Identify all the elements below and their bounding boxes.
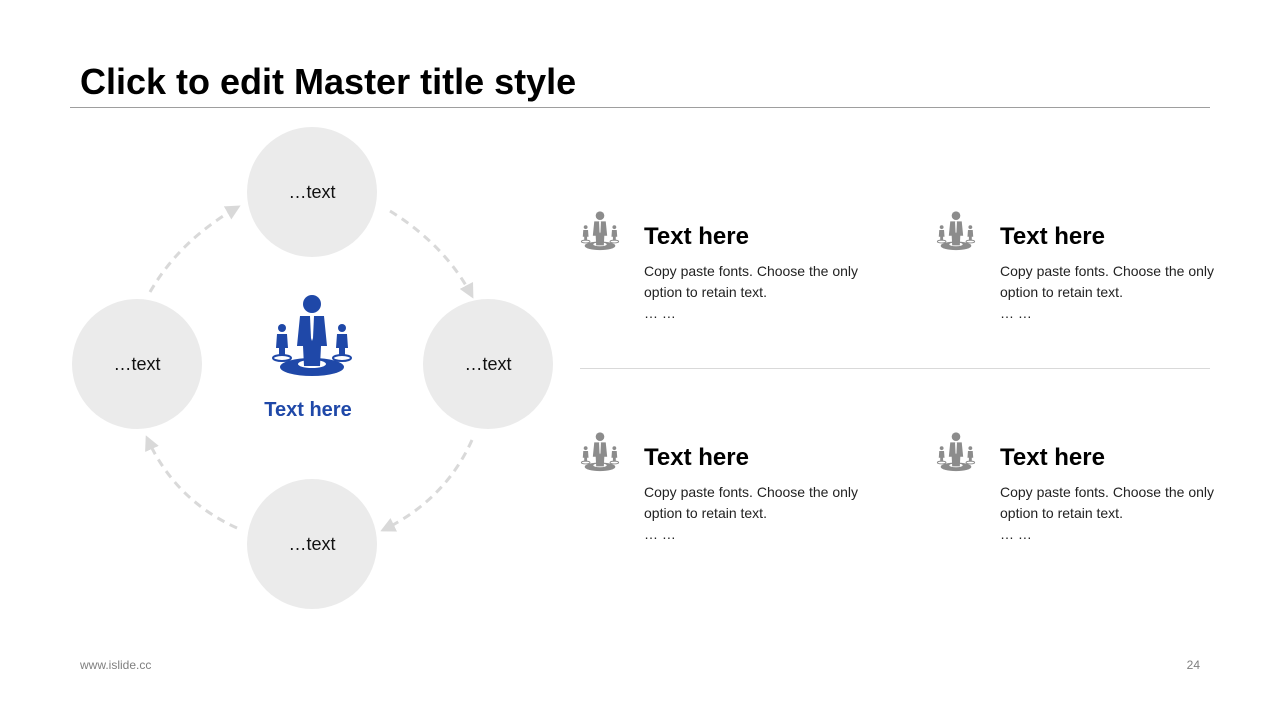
- center-label[interactable]: Text here: [208, 399, 408, 422]
- item-ellipsis: … …: [644, 305, 676, 321]
- info-item: Text here Copy paste fonts. Choose the o…: [580, 211, 884, 324]
- cycle-node-left[interactable]: …text: [72, 299, 202, 429]
- item-ellipsis: … …: [1000, 526, 1032, 542]
- content-divider: [580, 368, 1210, 369]
- item-ellipsis: … …: [1000, 305, 1032, 321]
- footer-url: www.islide.cc: [80, 658, 152, 672]
- team-people-icon: [580, 211, 620, 251]
- item-body[interactable]: Copy paste fonts. Choose the only option…: [644, 482, 884, 524]
- info-item: Text here Copy paste fonts. Choose the o…: [936, 432, 1240, 545]
- arrow-top-right: [389, 209, 474, 299]
- item-title[interactable]: Text here: [1000, 222, 1240, 252]
- team-people-icon: [936, 211, 976, 251]
- info-item: Text here Copy paste fonts. Choose the o…: [580, 432, 884, 545]
- item-body[interactable]: Copy paste fonts. Choose the only option…: [644, 261, 884, 303]
- cycle-node-bottom[interactable]: …text: [247, 479, 377, 609]
- team-people-icon: [272, 295, 352, 376]
- arrow-top-left: [148, 205, 241, 293]
- item-title[interactable]: Text here: [644, 222, 884, 252]
- arrow-bottom-right: [380, 439, 474, 532]
- cycle-node-right[interactable]: …text: [423, 299, 553, 429]
- info-item: Text here Copy paste fonts. Choose the o…: [936, 211, 1240, 324]
- item-ellipsis: … …: [644, 526, 676, 542]
- arrow-bottom-left: [145, 435, 238, 530]
- item-title[interactable]: Text here: [1000, 443, 1240, 473]
- cycle-node-top[interactable]: …text: [247, 127, 377, 257]
- item-body[interactable]: Copy paste fonts. Choose the only option…: [1000, 482, 1240, 524]
- team-people-icon: [936, 432, 976, 472]
- item-title[interactable]: Text here: [644, 443, 884, 473]
- item-body[interactable]: Copy paste fonts. Choose the only option…: [1000, 261, 1240, 303]
- team-people-icon: [580, 432, 620, 472]
- page-number: 24: [1186, 658, 1200, 672]
